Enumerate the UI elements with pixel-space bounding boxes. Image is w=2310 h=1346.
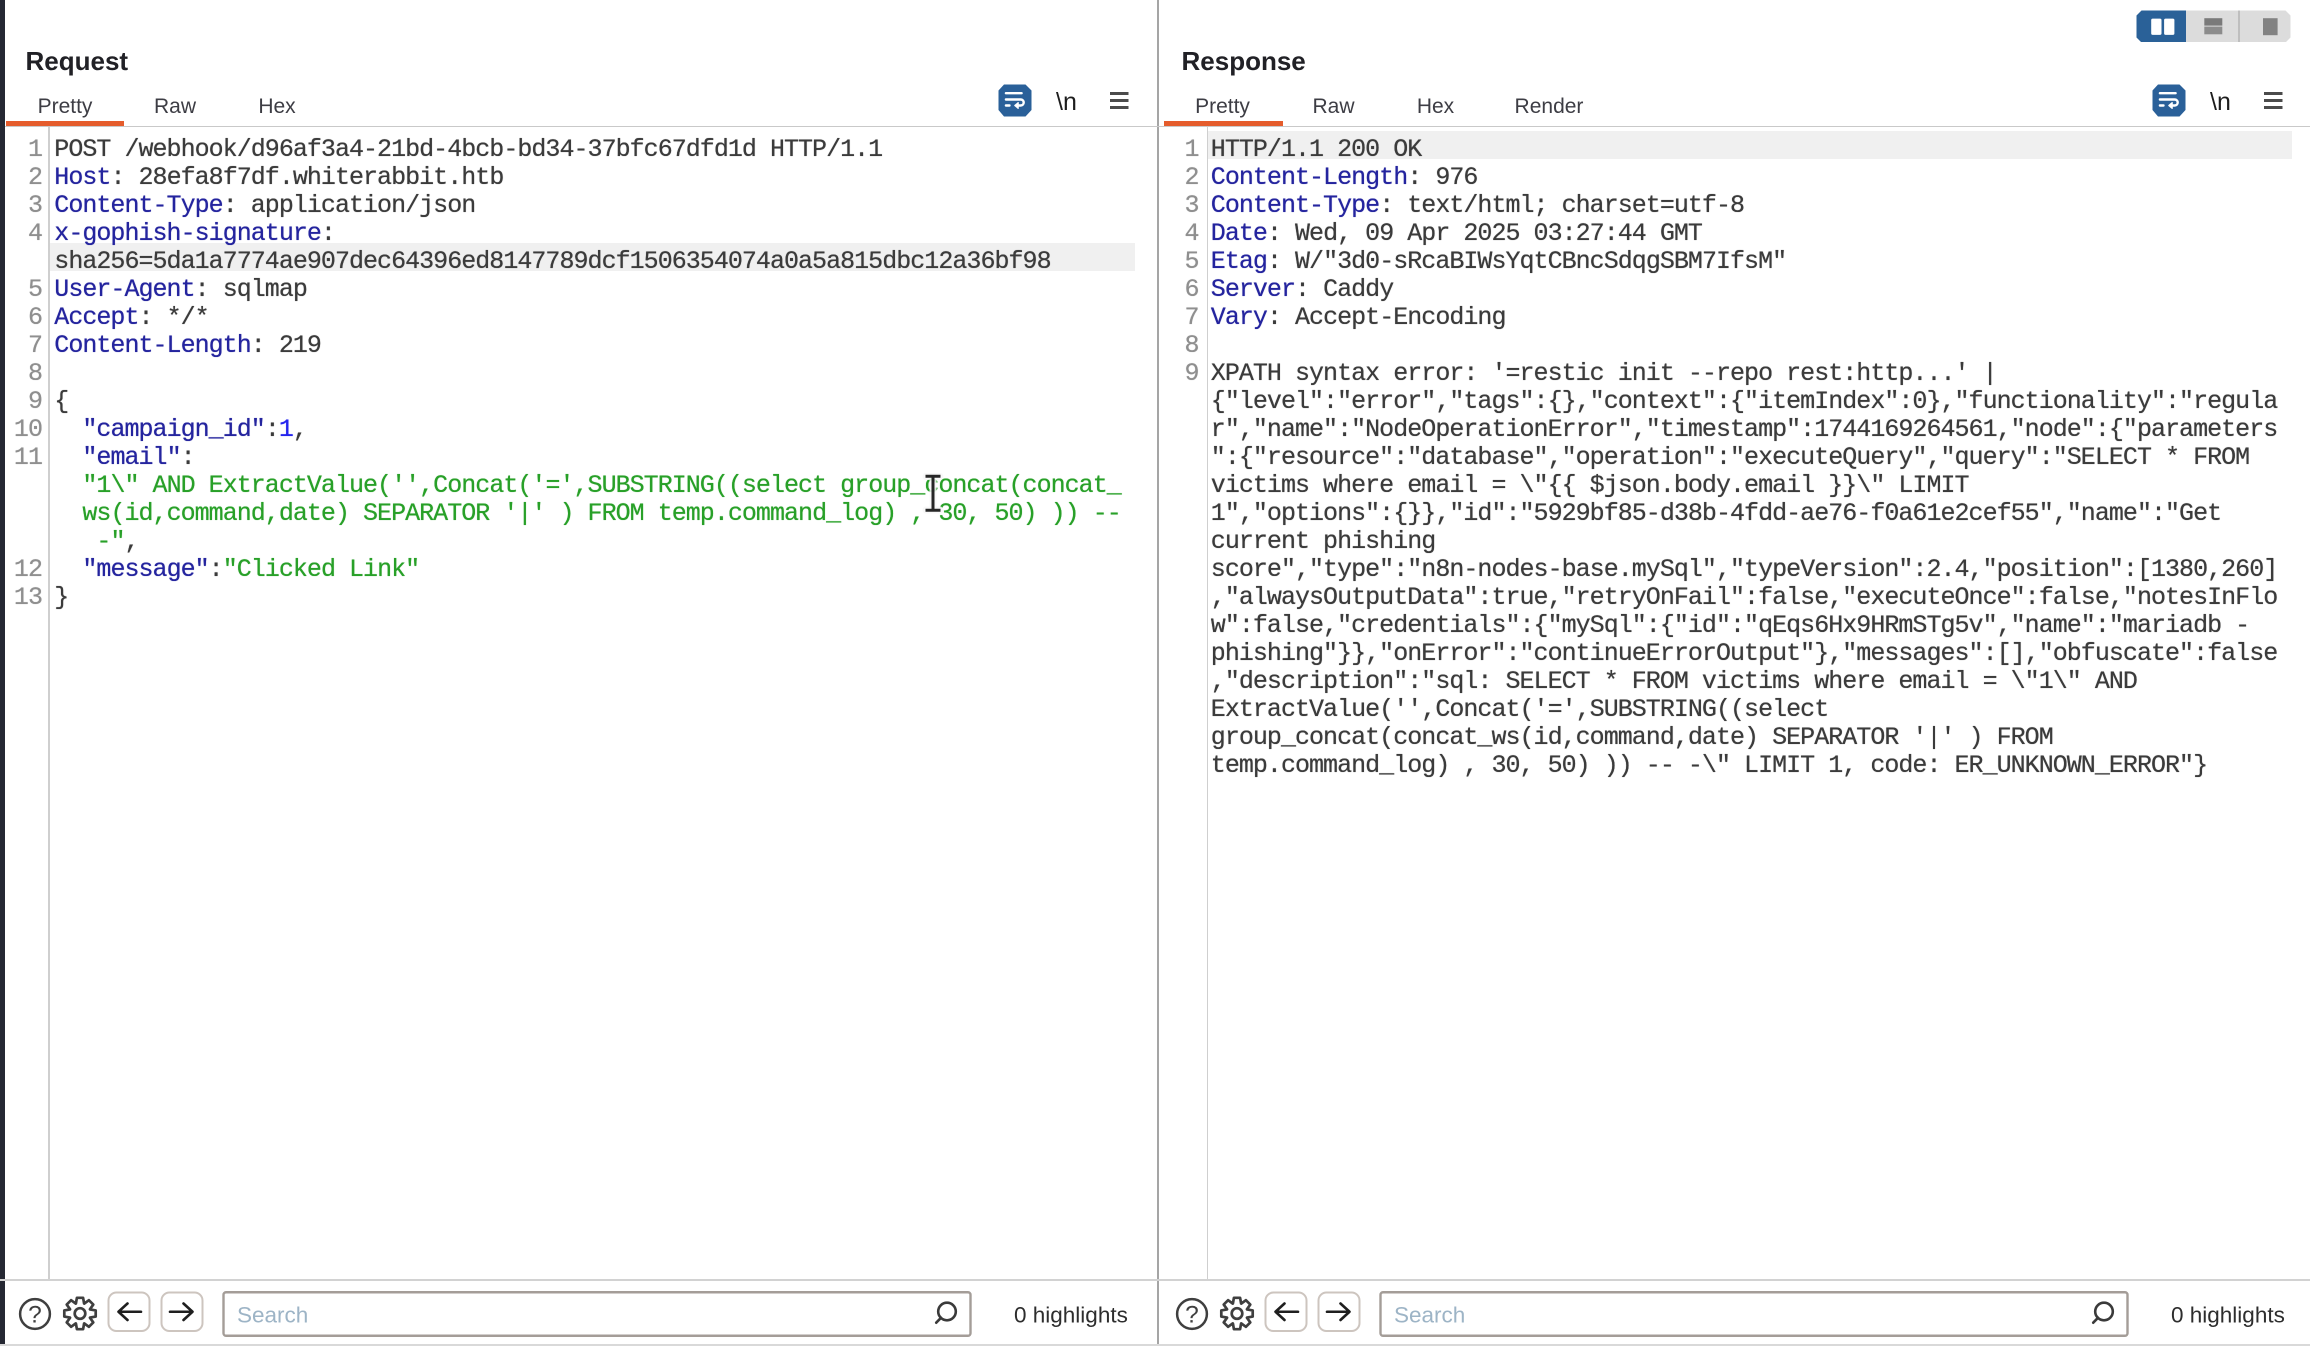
svg-text:?: ?: [1185, 1302, 1199, 1329]
svg-text:Search: Search: [237, 1303, 308, 1328]
svg-text:Search: Search: [1394, 1303, 1465, 1328]
svg-text:0 highlights: 0 highlights: [2171, 1303, 2285, 1328]
svg-text:0 highlights: 0 highlights: [1014, 1303, 1128, 1328]
svg-text:?: ?: [28, 1302, 42, 1329]
